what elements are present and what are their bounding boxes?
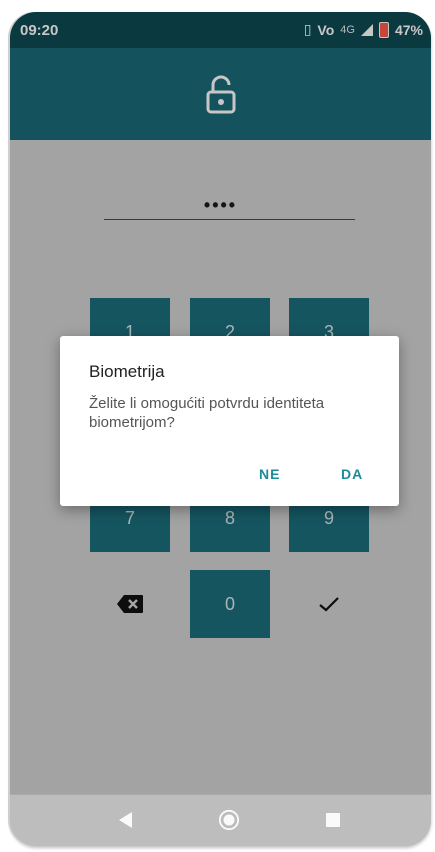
back-triangle-icon [119,812,132,828]
dialog-title: Biometrija [89,362,165,381]
dialog-yes-button[interactable]: DA [341,466,363,482]
screen: 09:20 ▯ Vo 4G 47% •••• 1 2 3 7 8 9 0 Bio… [10,12,431,846]
dialog-no-button[interactable]: NE [259,466,280,482]
nav-back-button[interactable] [114,809,136,831]
nav-recents-button[interactable] [322,809,344,831]
nav-home-button[interactable] [218,809,240,831]
home-circle-icon [218,809,240,831]
biometrics-dialog: Biometrija Želite li omogućiti potvrdu i… [60,336,399,506]
navigation-bar [10,794,431,846]
dialog-message: Želite li omogućiti potvrdu identiteta b… [89,395,325,431]
recents-square-icon [326,813,340,827]
device-frame: 09:20 ▯ Vo 4G 47% •••• 1 2 3 7 8 9 0 Bio… [10,12,431,846]
